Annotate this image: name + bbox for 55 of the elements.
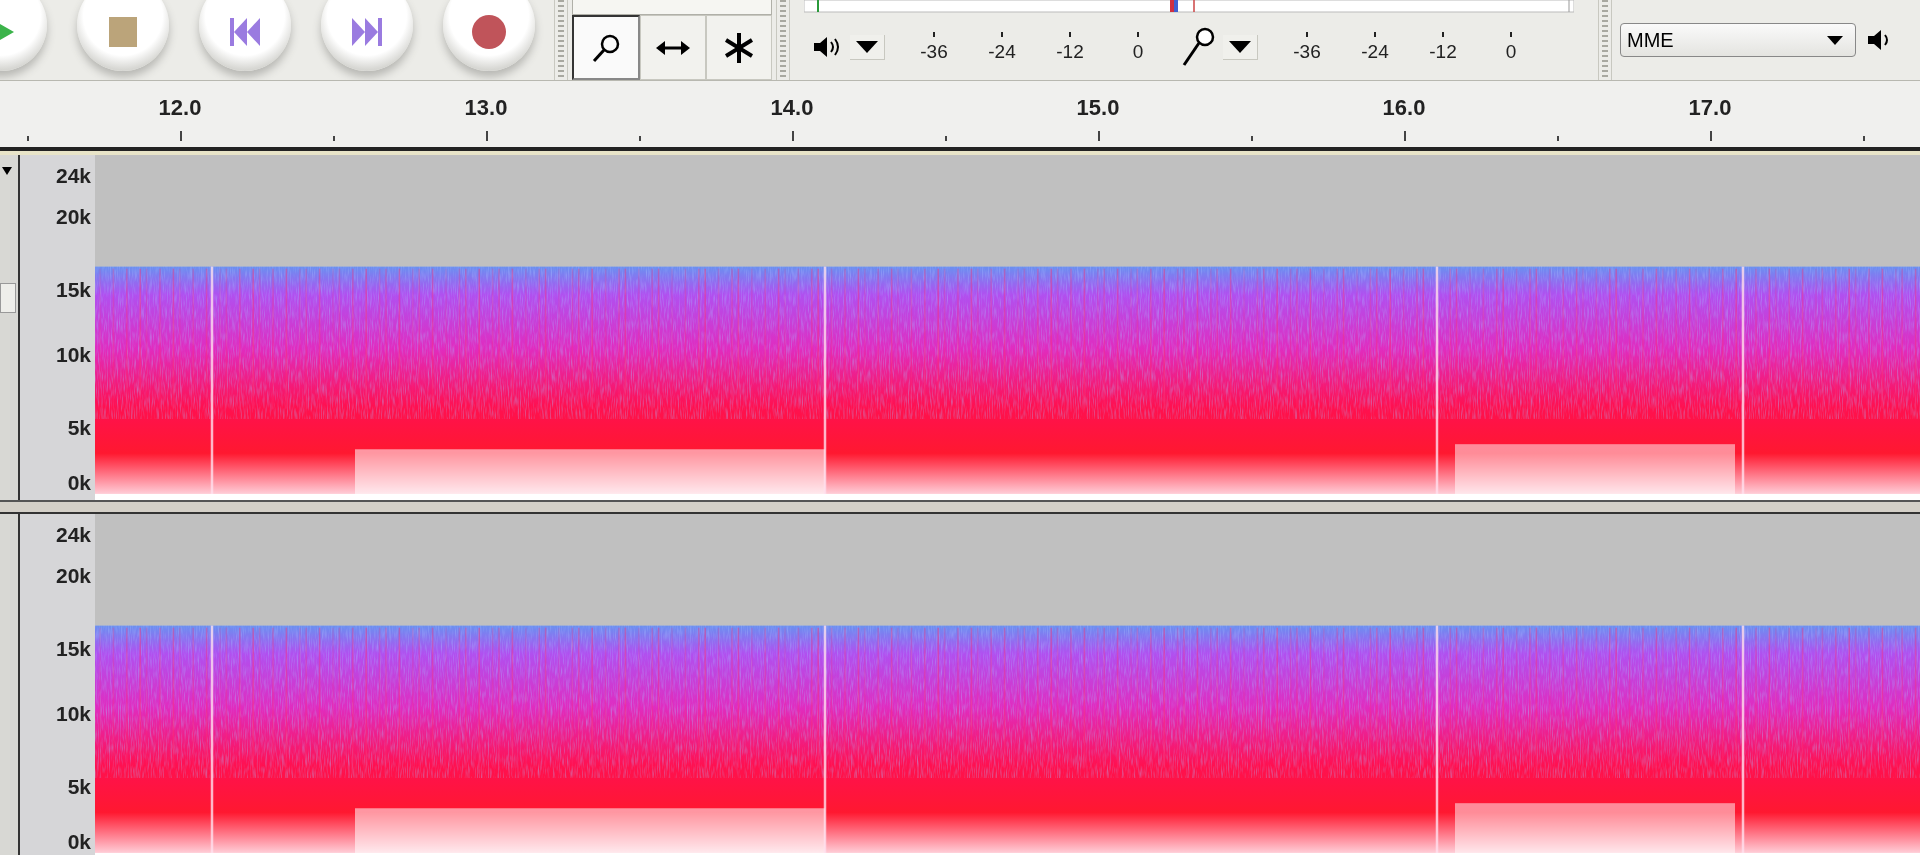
toolbar-grip[interactable] bbox=[776, 0, 790, 80]
meter-scale-label: -36 bbox=[1293, 40, 1321, 63]
record-button[interactable] bbox=[443, 0, 535, 71]
frequency-label: 5k bbox=[67, 774, 91, 799]
time-label: 12.0 bbox=[158, 95, 202, 121]
meter-scale-label: -12 bbox=[1429, 40, 1457, 63]
caret-icon bbox=[1827, 35, 1843, 45]
stop-icon bbox=[109, 17, 137, 47]
track-control-panel[interactable] bbox=[0, 514, 20, 855]
time-shift-tool-button[interactable] bbox=[640, 15, 706, 80]
time-label: 14.0 bbox=[770, 95, 814, 121]
time-label: 16.0 bbox=[1382, 95, 1426, 121]
track-menu-button[interactable] bbox=[0, 283, 16, 313]
meter-scale-label: 0 bbox=[1132, 40, 1144, 63]
caret-icon bbox=[856, 40, 878, 53]
toolbar-grip[interactable] bbox=[554, 0, 568, 80]
frequency-label: 0k bbox=[67, 829, 91, 854]
frequency-label: 10k bbox=[55, 343, 91, 368]
toolbar-grip[interactable] bbox=[1598, 0, 1612, 80]
frequency-label: 5k bbox=[67, 415, 91, 440]
frequency-label: 15k bbox=[55, 636, 91, 661]
meter-scale-label: 0 bbox=[1505, 40, 1517, 63]
frequency-label: 15k bbox=[55, 277, 91, 302]
microphone-icon[interactable] bbox=[1181, 27, 1215, 67]
meter-scale-label: -24 bbox=[1361, 40, 1389, 63]
skip-start-icon bbox=[230, 18, 260, 46]
frequency-label: 24k bbox=[55, 163, 91, 188]
time-label: 13.0 bbox=[464, 95, 508, 121]
caret-icon bbox=[1229, 40, 1251, 53]
speaker-icon[interactable] bbox=[812, 34, 842, 60]
track-control-panel[interactable] bbox=[0, 155, 20, 500]
multi-tool-button[interactable] bbox=[706, 15, 772, 80]
frequency-label: 20k bbox=[55, 205, 91, 230]
time-label: 15.0 bbox=[1076, 95, 1120, 121]
record-icon bbox=[472, 15, 506, 49]
meter-scale-label: -36 bbox=[920, 40, 948, 63]
frequency-label: 10k bbox=[55, 702, 91, 727]
magnifier-icon bbox=[591, 32, 621, 63]
frequency-label: 24k bbox=[55, 522, 91, 547]
double-arrow-icon bbox=[656, 40, 690, 55]
frequency-label: 20k bbox=[55, 564, 91, 589]
time-label: 17.0 bbox=[1688, 95, 1732, 121]
meter-scale-label: -24 bbox=[988, 40, 1016, 63]
skip-start-button[interactable] bbox=[199, 0, 291, 71]
timeline-ruler[interactable]: 12.0 13.0 14.0 15.0 16.0 17.0 bbox=[0, 81, 1920, 147]
frequency-label: 0k bbox=[67, 470, 91, 495]
skip-end-icon bbox=[352, 18, 382, 46]
audio-host-dropdown[interactable]: MME bbox=[1620, 23, 1856, 57]
caret-icon[interactable] bbox=[2, 167, 12, 175]
asterisk-icon bbox=[725, 32, 753, 63]
meter-scale-label: -12 bbox=[1056, 40, 1084, 63]
meter-dropdown-button[interactable] bbox=[850, 34, 885, 60]
skip-end-button[interactable] bbox=[321, 0, 413, 71]
zoom-tool-button[interactable] bbox=[572, 15, 640, 80]
meter-dropdown-button[interactable] bbox=[1223, 34, 1258, 60]
